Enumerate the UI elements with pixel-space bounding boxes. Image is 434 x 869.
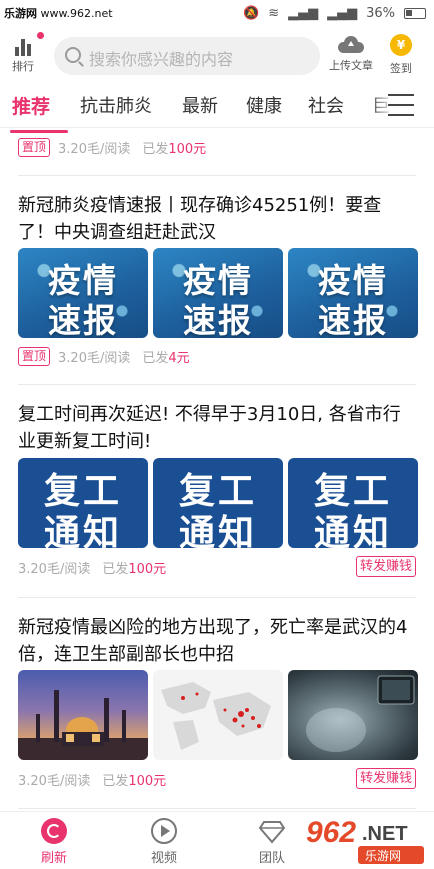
article-title[interactable]: 新冠肺炎疫情速报丨现存确诊45251例！要查了！中央调查组赶赴武汉 (18, 192, 416, 246)
nav-team-label: 团队 (258, 851, 285, 866)
read-rate: 3.20毛/阅读 (18, 561, 91, 577)
search-placeholder: 搜索你感兴趣的内容 (89, 50, 234, 69)
read-rate: 3.20毛/阅读 (18, 773, 91, 789)
nav-refresh-label: 刷新 (40, 851, 67, 866)
divider (18, 597, 416, 598)
category-tabs: 推荐 抗击肺炎 最新 健康 社会 巨 (0, 84, 434, 133)
article-title[interactable]: 新冠疫情最凶险的地方出现了，死亡率是武汉的4倍，连卫生部副部长也中招 (18, 614, 416, 668)
962-logo-watermark: 962 .NET 乐游网 (300, 812, 430, 866)
epidemic-report-image: 疫情 速报 (18, 248, 148, 338)
epidemic-report-image: 疫情 速报 (288, 248, 418, 338)
nav-team[interactable]: 团队 (242, 818, 302, 866)
tab-latest[interactable]: 最新 (182, 92, 218, 118)
world-map-image (153, 670, 283, 760)
search-icon (65, 47, 81, 63)
sent-amount: 已发100元 (142, 141, 207, 157)
upload-article-button[interactable]: 上传文章 (324, 36, 378, 73)
sign-in-button[interactable]: ¥ 签到 (382, 34, 420, 76)
medical-scan-image (288, 670, 418, 760)
search-input[interactable]: 搜索你感兴趣的内容 (54, 37, 320, 75)
rank-label: 排行 (12, 60, 34, 73)
nav-refresh[interactable]: 刷新 (24, 818, 84, 866)
signal-icon: ▂▄▆ (288, 6, 319, 21)
cloud-upload-icon (338, 36, 364, 53)
article-title[interactable]: 复工时间再次延迟! 不得早于3月10日, 各省市行业更新复工时间! (18, 401, 416, 455)
status-bar: 乐游网 www.962.net 🔕 ≋ ▂▄▆ ▂▄▆ 36% (0, 0, 434, 30)
diamond-icon (259, 818, 285, 844)
article-meta: 3.20毛/阅读 已发100元 (18, 556, 166, 578)
divider (18, 808, 416, 809)
read-rate: 3.20毛/阅读 (58, 141, 131, 157)
resume-work-notice-image: 复工 通知 (288, 458, 418, 548)
system-icons: 🔕 ≋ ▂▄▆ ▂▄▆ 36% (243, 6, 426, 21)
notification-dot (37, 32, 44, 39)
battery-icon (404, 8, 426, 19)
nav-video-label: 视频 (150, 851, 177, 866)
refresh-icon (41, 818, 67, 844)
resume-work-notice-image: 复工 通知 (153, 458, 283, 548)
read-rate: 3.20毛/阅读 (58, 350, 131, 366)
sent-amount: 已发100元 (102, 773, 167, 789)
menu-icon[interactable] (388, 94, 414, 116)
tab-recommend[interactable]: 推荐 (12, 92, 50, 119)
watermark-prefix: 乐游网 (4, 7, 37, 20)
pinned-badge: 置顶 (18, 346, 51, 366)
nav-video[interactable]: 视频 (134, 818, 194, 866)
article-images[interactable] (18, 670, 418, 760)
divider (18, 175, 416, 176)
article-meta: 置顶 3.20毛/阅读 已发4元 (18, 345, 190, 367)
article-meta: 置顶 3.20毛/阅读 已发100元 (18, 136, 206, 158)
coin-icon: ¥ (390, 34, 412, 56)
resume-work-notice-image: 复工 通知 (18, 458, 148, 548)
epidemic-report-image: 疫情 速报 (153, 248, 283, 338)
sign-label: 签到 (390, 62, 412, 75)
mute-bell-icon: 🔕 (243, 6, 260, 21)
article-images[interactable]: 复工 通知 复工 通知 复工 通知 (18, 458, 418, 548)
tab-fight-pneumonia[interactable]: 抗击肺炎 (80, 92, 152, 118)
sent-amount: 已发4元 (142, 350, 190, 366)
bar-chart-icon (8, 36, 38, 56)
top-bar: 排行 搜索你感兴趣的内容 上传文章 ¥ 签到 (0, 30, 434, 82)
play-icon (151, 818, 177, 844)
share-earn-button[interactable]: 转发赚钱 (355, 768, 416, 789)
tab-society[interactable]: 社会 (308, 92, 344, 118)
active-tab-indicator (10, 130, 68, 133)
wifi-icon: ≋ (268, 6, 280, 21)
article-images[interactable]: 疫情 速报 疫情 速报 疫情 速报 (18, 248, 418, 338)
watermark-text: 乐游网 www.962.net (4, 5, 113, 21)
mosque-photo (18, 670, 148, 760)
sent-amount: 已发100元 (102, 561, 167, 577)
watermark-url: www.962.net (40, 7, 113, 20)
svg-text:.NET: .NET (362, 823, 408, 845)
upload-label: 上传文章 (329, 59, 373, 72)
svg-text:乐游网: 乐游网 (365, 849, 401, 863)
tab-health[interactable]: 健康 (246, 92, 282, 118)
svg-text:962: 962 (306, 816, 356, 849)
share-earn-button[interactable]: 转发赚钱 (355, 556, 416, 577)
divider (18, 384, 416, 385)
battery-percent: 36% (366, 6, 395, 21)
rank-button[interactable]: 排行 (8, 36, 38, 74)
article-meta: 3.20毛/阅读 已发100元 (18, 768, 166, 790)
pinned-badge: 置顶 (18, 137, 51, 157)
signal-icon-2: ▂▄▆ (327, 6, 358, 21)
